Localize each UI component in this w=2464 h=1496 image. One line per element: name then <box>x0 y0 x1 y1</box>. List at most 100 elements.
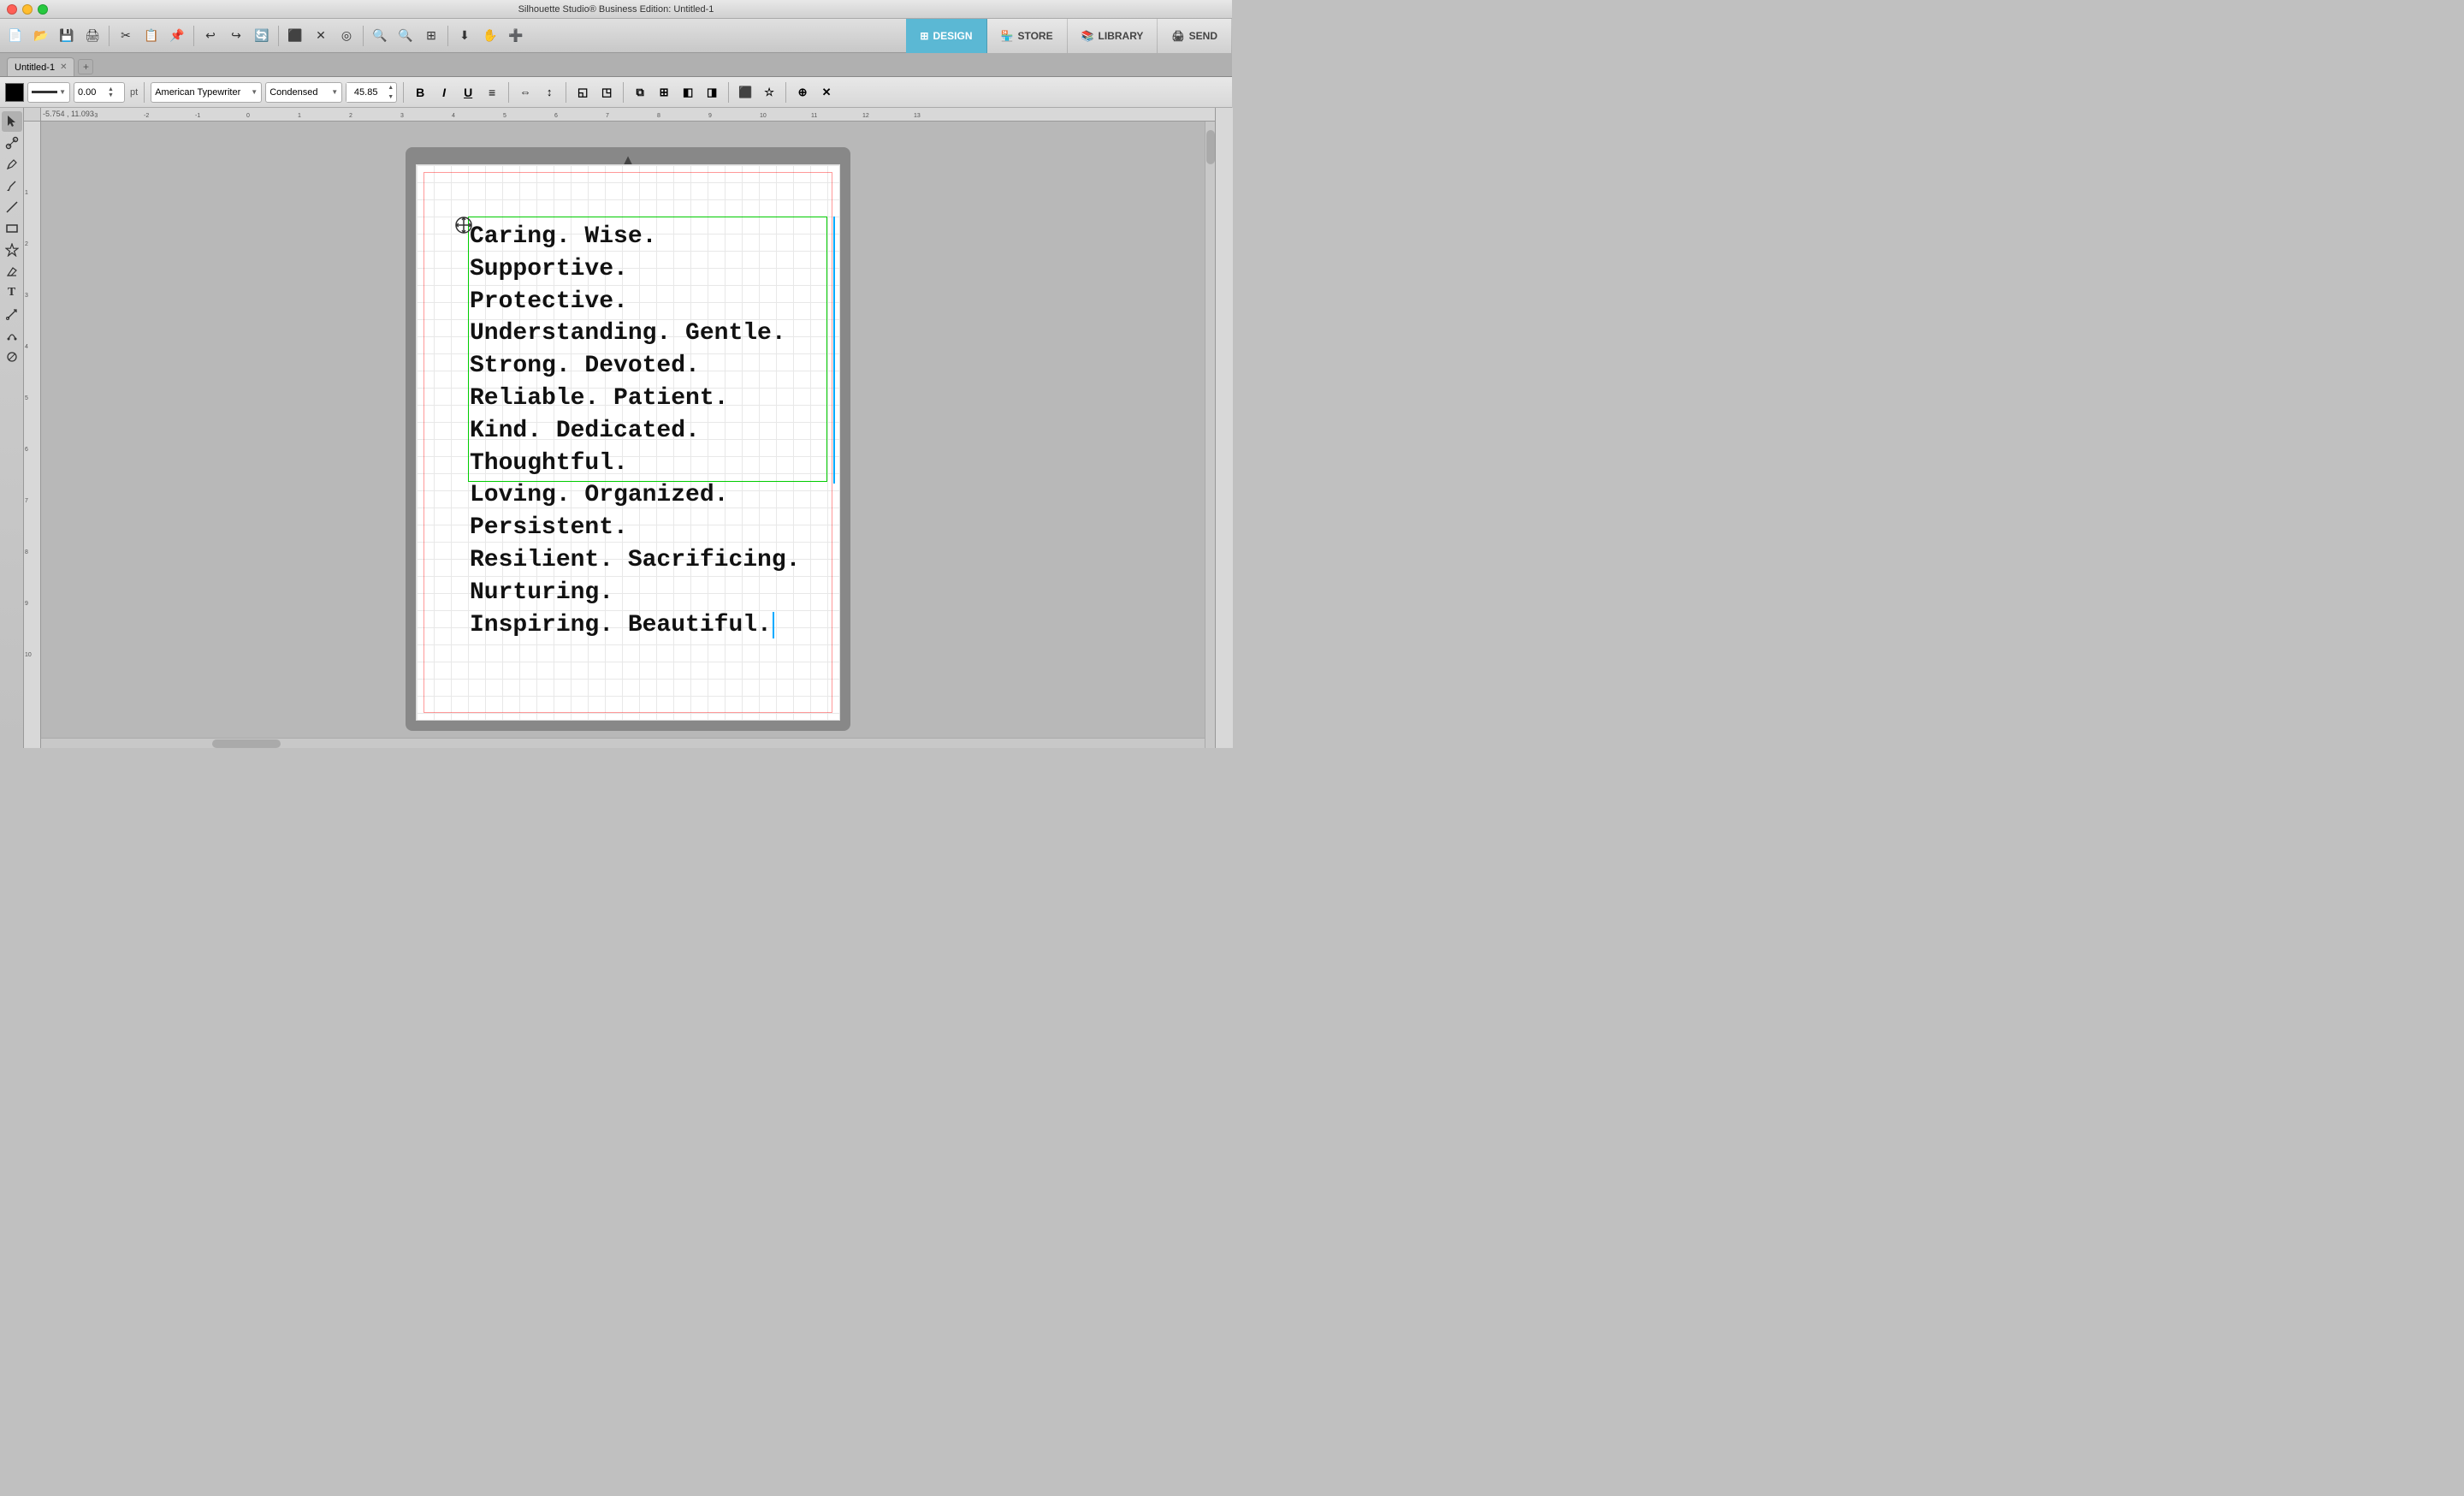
ruler-v-mark-2: 2 <box>25 241 28 247</box>
align-button[interactable]: ≡ <box>482 82 502 103</box>
text-line-1: Caring. Wise. Supportive. <box>470 223 656 282</box>
close-button[interactable] <box>7 4 17 15</box>
design-text-block[interactable]: Caring. Wise. Supportive. Protective. Un… <box>470 221 825 641</box>
duplicate-left-button[interactable]: ◧ <box>678 82 698 103</box>
zoom-out-button[interactable]: 🔍 <box>394 24 418 48</box>
undo-button[interactable]: ↩ <box>198 24 222 48</box>
target-button[interactable]: ◎ <box>335 24 358 48</box>
line-spacing-button[interactable]: ↕ <box>539 82 560 103</box>
font-style-dropdown[interactable]: Condensed ▼ <box>265 82 342 103</box>
font-size-down[interactable]: ▼ <box>385 92 396 102</box>
add-button[interactable]: ➕ <box>504 24 528 48</box>
font-size-up[interactable]: ▲ <box>385 83 396 92</box>
send-icon: 🖨 <box>1171 30 1184 42</box>
line-spacing-icon: ↕ <box>547 86 553 98</box>
ruler-mark-5: 5 <box>503 113 506 119</box>
save-button[interactable]: 💾 <box>55 24 79 48</box>
text-tool[interactable]: T <box>2 282 22 303</box>
ruler-mark-2: 2 <box>349 113 352 119</box>
line-width-down[interactable]: ▼ <box>108 92 114 98</box>
star-tool[interactable] <box>2 240 22 260</box>
print-button[interactable]: 🖨 <box>80 24 104 48</box>
copy-button[interactable]: 📋 <box>139 24 163 48</box>
line-width-input[interactable]: 0.00 <box>78 87 108 98</box>
horizontal-scrollbar[interactable] <box>41 738 1205 748</box>
layer-icon: ⬛ <box>738 86 752 99</box>
font-family-value: American Typewriter <box>155 87 240 98</box>
ruler-mark-0: 0 <box>246 113 250 119</box>
vertical-scrollbar[interactable] <box>1205 122 1215 748</box>
layer-button[interactable]: ⬛ <box>735 82 755 103</box>
toolbar-divider-1 <box>144 82 145 103</box>
delete-button[interactable]: ✕ <box>309 24 333 48</box>
hand-button[interactable]: ✋ <box>478 24 502 48</box>
pen-tool[interactable] <box>2 175 22 196</box>
new-button[interactable]: 📄 <box>3 24 27 48</box>
favorite-icon: ☆ <box>764 86 774 99</box>
font-size-input[interactable]: 45.85 <box>346 83 385 102</box>
line-width-up[interactable]: ▲ <box>108 86 114 92</box>
crop-button[interactable]: ⬛ <box>283 24 307 48</box>
tab-add-button[interactable]: + <box>78 59 93 74</box>
select-tool[interactable] <box>2 111 22 132</box>
scrollbar-thumb[interactable] <box>1206 130 1215 164</box>
h-scrollbar-thumb[interactable] <box>212 739 281 748</box>
maximize-button[interactable] <box>38 4 48 15</box>
paste-button[interactable]: 📌 <box>165 24 189 48</box>
tab-close-button[interactable]: ✕ <box>60 62 67 72</box>
node-edit-tool[interactable] <box>2 133 22 153</box>
design-grid-icon: ⊞ <box>920 30 928 42</box>
ruler-mark-8: 8 <box>657 113 660 119</box>
italic-button[interactable]: I <box>434 82 454 103</box>
store-nav-button[interactable]: 🏪 STORE <box>987 19 1068 53</box>
text-spacing-button[interactable]: ⇔ <box>515 82 536 103</box>
blade-tool[interactable] <box>2 304 22 324</box>
redo-button[interactable]: ↪ <box>224 24 248 48</box>
library-nav-button[interactable]: 📚 LIBRARY <box>1068 19 1158 53</box>
transform-tr-button[interactable]: ◳ <box>596 82 617 103</box>
top-navigation: 📄 📂 💾 🖨 ✂ 📋 📌 ↩ ↪ 🔄 ⬛ ✕ ◎ 🔍 🔍 ⊞ ⬇ ✋ ➕ ⊞ … <box>0 19 1232 53</box>
path-tool[interactable] <box>2 325 22 346</box>
rectangle-tool[interactable] <box>2 218 22 239</box>
cut-button[interactable]: ✂ <box>114 24 138 48</box>
ungroup-button[interactable]: ⊞ <box>654 82 674 103</box>
divider-3 <box>278 26 279 46</box>
zoom-fit-button[interactable]: ⊞ <box>419 24 443 48</box>
font-size-control[interactable]: 45.85 ▲ ▼ <box>346 82 397 103</box>
line-tool[interactable] <box>2 197 22 217</box>
duplicate-right-button[interactable]: ◨ <box>702 82 722 103</box>
eraser-icon <box>5 264 19 278</box>
merge-button[interactable]: ⊕ <box>792 82 813 103</box>
send-nav-button[interactable]: 🖨 SEND <box>1158 19 1232 53</box>
duplicate-left-icon: ◧ <box>683 86 693 99</box>
underline-button[interactable]: U <box>458 82 478 103</box>
italic-label: I <box>442 86 446 99</box>
canvas-area[interactable]: -5.754 , 11.093 -3 -2 -1 0 1 2 3 4 5 6 7… <box>24 108 1215 748</box>
zoom-in-button[interactable]: 🔍 <box>368 24 392 48</box>
design-nav-button[interactable]: ⊞ DESIGN <box>906 19 986 53</box>
tab-untitled-1[interactable]: Untitled-1 ✕ <box>7 57 74 76</box>
line-width-control[interactable]: 0.00 ▲ ▼ <box>74 82 125 103</box>
path-icon <box>5 329 19 342</box>
text-icon: T <box>8 286 15 300</box>
font-family-dropdown[interactable]: American Typewriter ▼ <box>151 82 262 103</box>
favorite-button[interactable]: ☆ <box>759 82 779 103</box>
eraser-tool[interactable] <box>2 261 22 282</box>
transform-tl-button[interactable]: ◱ <box>572 82 593 103</box>
bold-button[interactable]: B <box>410 82 430 103</box>
line-width-arrows: ▲ ▼ <box>108 86 114 98</box>
stroke-shape-selector[interactable]: ▼ <box>27 82 70 103</box>
move-down-button[interactable]: ⬇ <box>453 24 477 48</box>
close-toolbar-button[interactable]: ✕ <box>816 82 837 103</box>
ruler-mark-4: 4 <box>452 113 455 119</box>
ruler-mark-neg2: -2 <box>144 113 149 119</box>
open-button[interactable]: 📂 <box>29 24 53 48</box>
paper[interactable]: Caring. Wise. Supportive. Protective. Un… <box>416 164 840 721</box>
group-button[interactable]: ⧉ <box>630 82 650 103</box>
text-line-5: Loving. Organized. Persistent. <box>470 482 728 541</box>
pencil-tool[interactable] <box>2 154 22 175</box>
knife-tool[interactable] <box>2 347 22 367</box>
color-swatch[interactable] <box>5 83 24 102</box>
rotate-button[interactable]: 🔄 <box>250 24 274 48</box>
minimize-button[interactable] <box>22 4 33 15</box>
